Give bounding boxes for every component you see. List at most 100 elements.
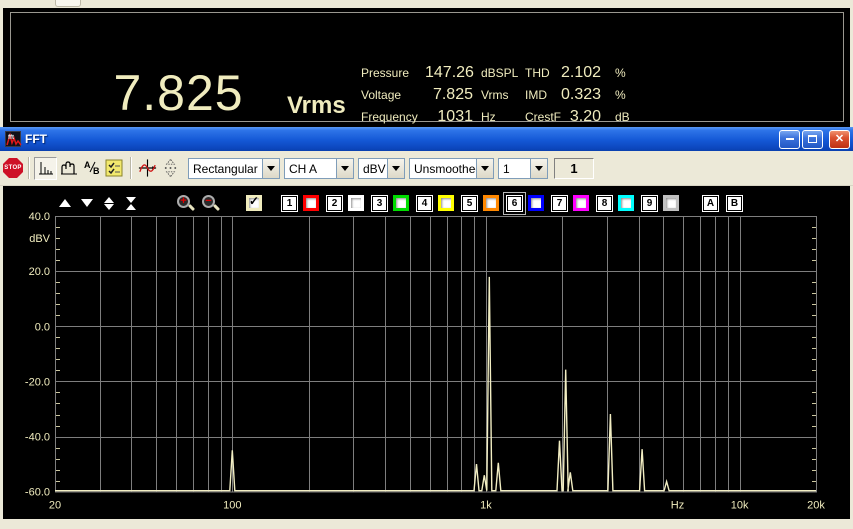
readout-row-voltage: Voltage 7.825 Vrms: [361, 86, 518, 108]
overlay-unit-1: 1: [282, 195, 327, 211]
expand-range-button[interactable]: [102, 196, 116, 210]
overlay-checkbox-1[interactable]: [303, 195, 319, 211]
channel-value: CH A: [289, 161, 318, 176]
overlay-checkbox-8[interactable]: [618, 195, 634, 211]
stop-button[interactable]: STOP: [2, 157, 24, 179]
window-title: FFT: [25, 132, 47, 146]
close-button[interactable]: ✕: [829, 129, 850, 149]
maximize-button[interactable]: [802, 129, 823, 149]
overlay-checkbox-7[interactable]: [573, 195, 589, 211]
crestf-value: 3.20: [569, 108, 601, 125]
scale-down-button[interactable]: [80, 199, 94, 207]
readout-row-imd: IMD 0.323 %: [525, 86, 630, 108]
y-tick-label: 20.0: [29, 266, 50, 278]
background-window-tab: [55, 0, 81, 7]
overlay-checkbox-5[interactable]: [483, 195, 499, 211]
readout-row-thd: THD 2.102 %: [525, 64, 630, 86]
meter-readouts-right: THD 2.102 % IMD 0.323 % CrestF 3.20 dB: [525, 64, 630, 130]
fft-spectrum-chart[interactable]: 40.020.00.0-20.0-40.0-60.0dBV20 100 1k 10k 2…: [0, 186, 853, 519]
overlay-select-7[interactable]: 7: [552, 195, 567, 211]
voltage-unit: Vrms: [481, 88, 509, 102]
screen: 7.825 Vrms Pressure 147.26 dBSPL Voltage…: [0, 0, 853, 529]
overlay-unit-4: 4: [417, 195, 462, 211]
dropdown-arrow-icon[interactable]: [476, 158, 493, 178]
zoom-in-button[interactable]: +: [176, 194, 196, 213]
fit-vertical-icon: [164, 158, 177, 178]
x-tick-label: 100: [223, 500, 241, 512]
overlay-select-3[interactable]: 3: [372, 195, 387, 211]
spectrum-bars-icon: [38, 162, 53, 175]
checklist-note-icon: [105, 159, 123, 176]
voltage-value: 7.825: [432, 86, 473, 103]
overlay-checkbox-2[interactable]: [348, 195, 364, 211]
titlebar[interactable]: fft FFT ✕: [0, 127, 853, 151]
window-frame-left: [0, 186, 3, 519]
main-curve-checkbox[interactable]: ✓: [246, 194, 262, 211]
overlay-checkbox-3[interactable]: [393, 195, 409, 211]
overlay-checkbox-4[interactable]: [438, 195, 454, 211]
octave-bands-button[interactable]: [57, 157, 80, 180]
x-tick-label: 20: [49, 500, 61, 512]
svg-text:fft: fft: [8, 135, 14, 141]
fft-window: fft FFT ✕ STOP A B Rectangular CH A dBV …: [0, 127, 853, 529]
scale-axes-button[interactable]: [136, 157, 159, 180]
smoothing-value: Unsmoothed: [414, 161, 476, 176]
overlay-unit-2: 2: [327, 195, 372, 211]
meter-readouts-left: Pressure 147.26 dBSPL Voltage 7.825 Vrms…: [361, 64, 518, 130]
scale-up-button[interactable]: [58, 199, 72, 207]
dropdown-arrow-icon[interactable]: [262, 158, 279, 178]
overlay-select-4[interactable]: 4: [417, 195, 432, 211]
svg-text:A: A: [84, 160, 91, 170]
pressure-label: Pressure: [361, 66, 410, 80]
crestf-unit: dB: [615, 110, 630, 124]
overlay-checkbox-6[interactable]: [528, 195, 544, 211]
overlay-select-9[interactable]: 9: [642, 195, 657, 211]
zoom-out-button[interactable]: −: [201, 194, 221, 213]
fft-trace: [55, 276, 816, 492]
window-frame-bottom: [0, 519, 853, 529]
overlay-select-6[interactable]: 6: [503, 191, 526, 215]
dropdown-arrow-icon[interactable]: [530, 158, 547, 178]
overlay-select-8[interactable]: 8: [597, 195, 612, 211]
y-tick-label: 0.0: [35, 321, 50, 333]
imd-value: 0.323: [561, 86, 602, 103]
readout-row-pressure: Pressure 147.26 dBSPL: [361, 64, 518, 86]
axes-crosshair-icon: [138, 159, 157, 177]
frequency-value: 1031: [437, 108, 473, 125]
imd-label: IMD: [525, 88, 547, 102]
window-function-dropdown[interactable]: Rectangular: [188, 157, 280, 179]
fit-scale-button[interactable]: [159, 157, 182, 180]
overlay-select-1[interactable]: 1: [282, 195, 297, 211]
level-meter-panel: 7.825 Vrms Pressure 147.26 dBSPL Voltage…: [3, 8, 850, 127]
y-unit-dropdown[interactable]: dBV: [358, 157, 405, 179]
averaging-dropdown[interactable]: 1: [498, 157, 548, 179]
dropdown-arrow-icon[interactable]: [336, 158, 353, 178]
frequency-unit: Hz: [481, 110, 496, 124]
thd-label: THD: [525, 66, 550, 80]
ab-compare-button[interactable]: A B: [80, 157, 103, 180]
voltage-label: Voltage: [361, 88, 402, 102]
memory-a-button[interactable]: A: [703, 195, 718, 211]
memory-b-button[interactable]: B: [727, 195, 742, 211]
dropdown-arrow-icon[interactable]: [387, 158, 404, 178]
overlay-buttons: 1 2 3 4 5 6 7 8 9: [282, 191, 687, 215]
overlay-unit-7: 7: [552, 195, 597, 211]
imd-unit: %: [615, 88, 626, 102]
minimize-button[interactable]: [779, 129, 800, 149]
fft-plot-area: + − ✓ 1 2 3 4 5 6 7 8 9 A B 40.0 20.0 0.0 -20.0 -40.…: [0, 186, 853, 519]
spectrum-view-button[interactable]: [34, 156, 57, 180]
overlay-select-5[interactable]: 5: [462, 195, 477, 211]
compress-range-button[interactable]: [124, 196, 138, 210]
measurement-setup-button[interactable]: [103, 157, 126, 180]
y-axis-unit-label: dBV: [29, 233, 50, 245]
channel-dropdown[interactable]: CH A: [284, 157, 354, 179]
smoothing-dropdown[interactable]: Unsmoothed: [409, 157, 494, 179]
overlay-unit-8: 8: [597, 195, 642, 211]
checkmark-icon: ✓: [249, 194, 260, 208]
svg-text:B: B: [93, 166, 100, 176]
pressure-unit: dBSPL: [481, 66, 519, 80]
overlay-select-2[interactable]: 2: [327, 195, 342, 211]
overlay-checkbox-9[interactable]: [663, 195, 679, 211]
thd-unit: %: [615, 66, 626, 80]
x-tick-label: 20k: [807, 500, 825, 512]
